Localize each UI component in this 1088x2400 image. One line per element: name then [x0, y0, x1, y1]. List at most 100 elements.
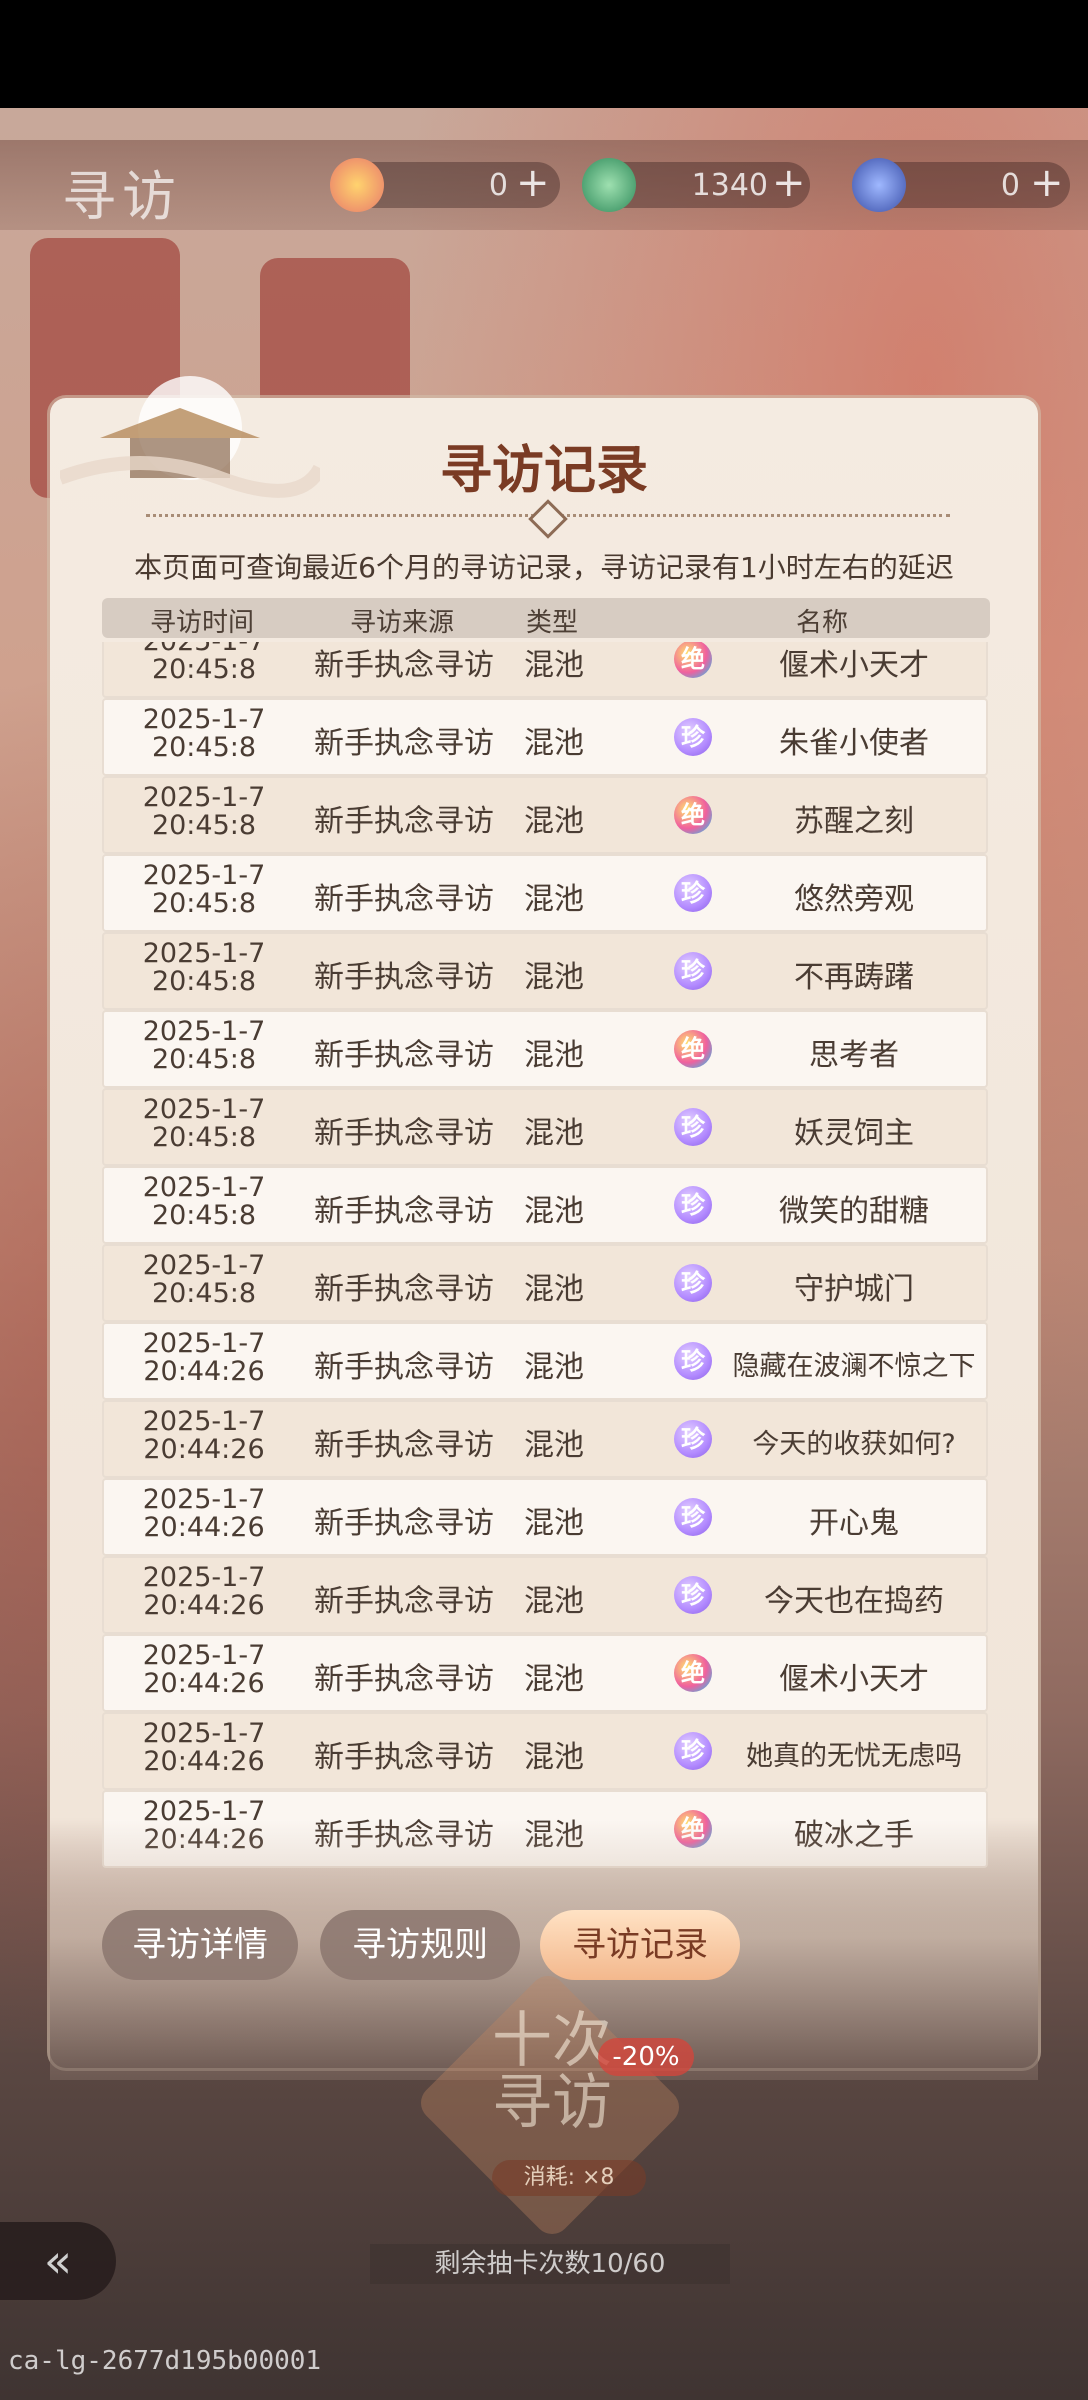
record-name: 开心鬼 [809, 1506, 899, 1541]
record-name: 今天也在捣药 [764, 1584, 944, 1619]
record-clock: 20:45:8 [151, 732, 257, 763]
back-arrow-icon: « [43, 2234, 73, 2288]
table-row: 2025-1-7 20:44:26 新手执念寻访 混池 珍 开心鬼 [102, 1478, 988, 1556]
discount-badge: -20% [598, 2038, 694, 2076]
record-name: 今天的收获如何? [752, 1429, 956, 1460]
tab-records[interactable]: 寻访记录 [540, 1910, 740, 1980]
rarity-zhen-icon: 珍 [674, 1342, 712, 1380]
record-clock: 20:45:8 [151, 966, 257, 997]
record-time: 2025-1-720:44:26 [104, 1720, 304, 1776]
record-source: 新手执念寻访 [314, 1584, 494, 1619]
record-type: 混池 [524, 1038, 584, 1073]
record-time: 2025-1-720:44:26 [104, 1564, 304, 1620]
record-type: 混池 [524, 1740, 584, 1775]
back-button[interactable]: « [0, 2222, 116, 2300]
record-clock: 20:45:8 [151, 1044, 257, 1075]
draw-cost: 消耗: ×8 [492, 2160, 646, 2196]
record-source: 新手执念寻访 [314, 960, 494, 995]
record-time: 2025-1-720:44:26 [104, 1330, 304, 1386]
rarity-zhen-icon: 珍 [674, 1498, 712, 1536]
record-source: 新手执念寻访 [314, 726, 494, 761]
jade-icon [582, 158, 636, 212]
resource-value: 0 [1000, 168, 1020, 203]
rarity-zhen-icon: 珍 [674, 952, 712, 990]
add-coin-button[interactable]: + [516, 160, 550, 206]
record-type: 混池 [524, 1428, 584, 1463]
record-clock: 20:45:8 [151, 888, 257, 919]
record-clock: 20:44:26 [143, 1668, 265, 1699]
record-type: 混池 [524, 648, 584, 683]
rarity-zhen-icon: 珍 [674, 1108, 712, 1146]
record-source: 新手执念寻访 [314, 1428, 494, 1463]
record-time: 2025-1-720:45:8 [104, 1096, 304, 1152]
add-jade-button[interactable]: + [772, 160, 806, 206]
record-source: 新手执念寻访 [314, 1038, 494, 1073]
resource-value: 0 [488, 168, 508, 203]
record-time: 2025-1-720:45:8 [104, 862, 304, 918]
record-type: 混池 [524, 1350, 584, 1385]
record-name: 不再踌躇 [794, 960, 914, 995]
record-date: 2025-1-7 [142, 1484, 266, 1515]
record-source: 新手执念寻访 [314, 882, 494, 917]
record-date: 2025-1-7 [142, 1172, 266, 1203]
table-row: 2025-1-7 20:45:8 新手执念寻访 混池 珍 微笑的甜糖 [102, 1166, 988, 1244]
record-name: 偃术小天才 [779, 648, 929, 683]
ten-draw-label-line2: 寻访 [492, 2068, 612, 2138]
column-header-name: 名称 [795, 608, 848, 638]
table-header: 寻访时间 寻访来源 类型 名称 [102, 598, 990, 638]
record-time: 2025-1-720:45:8 [104, 1252, 304, 1308]
lantern-coin-icon [330, 158, 384, 212]
rarity-jue-icon: 绝 [674, 1654, 712, 1692]
record-time: 2025-1-720:44:26 [104, 1408, 304, 1464]
record-time: 2025-1-720:45:8 [104, 1018, 304, 1074]
record-clock: 20:45:8 [151, 1122, 257, 1153]
table-row: 2025-1-7 20:45:8 新手执念寻访 混池 珍 守护城门 [102, 1244, 988, 1322]
tab-rules[interactable]: 寻访规则 [320, 1910, 520, 1980]
record-clock: 20:44:26 [143, 1356, 265, 1387]
resource-value: 1340 [691, 168, 768, 203]
table-row: 2025-1-7 20:45:8 新手执念寻访 混池 珍 不再踌躇 [102, 932, 988, 1010]
record-type: 混池 [524, 1116, 584, 1151]
record-clock: 20:45:8 [151, 1200, 257, 1231]
record-date: 2025-1-7 [142, 1016, 266, 1047]
record-source: 新手执念寻访 [314, 1662, 494, 1697]
record-clock: 20:44:26 [143, 1434, 265, 1465]
record-date: 2025-1-7 [142, 1250, 266, 1281]
record-type: 混池 [524, 726, 584, 761]
record-type: 混池 [524, 1584, 584, 1619]
tab-details[interactable]: 寻访详情 [102, 1910, 298, 1980]
column-header-type: 类型 [525, 608, 578, 638]
rarity-zhen-icon: 珍 [674, 1186, 712, 1224]
record-time: 2025-1-720:45:8 [104, 940, 304, 996]
record-name: 微笑的甜糖 [779, 1194, 929, 1229]
add-ticket-button[interactable]: + [1030, 160, 1064, 206]
table-row: 2025-1-7 20:45:8 新手执念寻访 混池 绝 苏醒之刻 [102, 776, 988, 854]
record-source: 新手执念寻访 [314, 1272, 494, 1307]
record-type: 混池 [524, 1194, 584, 1229]
table-row: 2025-1-7 20:44:26 新手执念寻访 混池 珍 她真的无忧无虑吗 [102, 1712, 988, 1790]
record-list[interactable]: 2025-1-720:45:8新手执念寻访混池绝偃术小天才2025-1-720:… [102, 642, 988, 1870]
table-row: 2025-1-7 20:44:26 新手执念寻访 混池 绝 偃术小天才 [102, 1634, 988, 1712]
rarity-zhen-icon: 珍 [674, 874, 712, 912]
table-row: 2025-1-7 20:44:26 新手执念寻访 混池 珍隐藏在波澜不惊之下 [102, 1322, 988, 1400]
table-row: 2025-1-7 20:45:8 新手执念寻访 混池 珍 朱雀小使者 [102, 698, 988, 776]
record-date: 2025-1-7 [142, 1406, 266, 1437]
feather-ticket-icon [852, 158, 906, 212]
record-source: 新手执念寻访 [314, 1116, 494, 1151]
record-name: 悠然旁观 [794, 882, 914, 917]
table-row: 2025-1-7 20:45:8 新手执念寻访 混池 珍 妖灵饲主 [102, 1088, 988, 1166]
record-date: 2025-1-7 [142, 1094, 266, 1125]
record-clock: 20:44:26 [143, 1746, 265, 1777]
record-source: 新手执念寻访 [314, 804, 494, 839]
column-header-source: 寻访来源 [349, 608, 454, 638]
record-time: 2025-1-720:45:8 [104, 784, 304, 840]
record-type: 混池 [524, 960, 584, 995]
record-name: 偃术小天才 [779, 1662, 929, 1697]
record-clock: 20:44:26 [143, 1512, 265, 1543]
record-time: 2025-1-720:44:26 [104, 1642, 304, 1698]
rarity-jue-icon: 绝 [674, 1030, 712, 1068]
record-type: 混池 [524, 1272, 584, 1307]
record-source: 新手执念寻访 [314, 1506, 494, 1541]
record-source: 新手执念寻访 [314, 1740, 494, 1775]
rarity-zhen-icon: 珍 [674, 1264, 712, 1302]
